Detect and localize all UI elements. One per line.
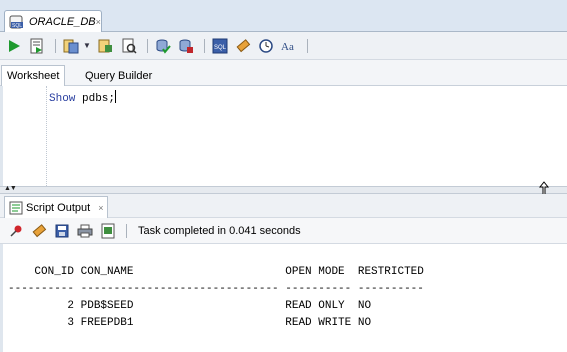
commit-button[interactable] — [153, 36, 173, 56]
clear-output-button[interactable] — [29, 221, 49, 241]
clock-icon — [259, 38, 273, 53]
output-text: CON_ID CON_NAME OPEN MODE RESTRICTED ----… — [8, 264, 424, 332]
output-header-line: CON_ID CON_NAME OPEN MODE RESTRICTED — [8, 266, 424, 278]
close-icon[interactable]: × — [96, 17, 101, 27]
svg-text:SQL: SQL — [214, 45, 227, 51]
format-button[interactable]: Aa — [279, 36, 299, 56]
editor-code-line: Show pdbs; — [49, 90, 117, 105]
run-script-icon — [30, 38, 43, 53]
document-tab-title: ORACLE_DB — [29, 15, 96, 28]
rollback-button[interactable] — [176, 36, 196, 56]
sql-tuning-button[interactable] — [119, 36, 139, 56]
autotrace-icon — [63, 39, 79, 53]
run-statement-button[interactable] — [4, 36, 24, 56]
eraser-icon — [236, 38, 251, 52]
autotrace-button[interactable] — [61, 36, 81, 56]
svg-text:SQL: SQL — [12, 23, 22, 29]
tab-script-output[interactable]: Script Output × — [4, 196, 109, 218]
script-output-toolbar: Task completed in 0.041 seconds — [0, 218, 567, 244]
print-button[interactable] — [75, 221, 95, 241]
output-separator-line: ---------- -----------------------------… — [8, 283, 424, 295]
document-tab-strip: SQL ORACLE_DB × — [0, 0, 567, 32]
gutter-guide — [46, 86, 47, 186]
close-icon[interactable]: × — [98, 203, 103, 213]
toolbar-separator — [55, 38, 56, 53]
output-row-line: 3 FREEPDB1 READ WRITE NO — [8, 317, 372, 329]
sql-history-button[interactable]: SQL — [210, 36, 230, 56]
run-script-button[interactable] — [27, 36, 47, 56]
script-output-label: Script Output — [26, 201, 91, 214]
save-icon — [55, 224, 69, 237]
script-output-results: CON_ID CON_NAME OPEN MODE RESTRICTED ----… — [0, 244, 567, 352]
editor-keyword: Show — [49, 93, 76, 105]
task-status-text: Task completed in 0.041 seconds — [138, 224, 301, 237]
commit-icon — [156, 39, 171, 54]
rollback-icon — [179, 39, 193, 53]
worksheet-tab-bar: Worksheet Query Builder — [0, 60, 567, 86]
text-caret — [115, 90, 117, 103]
collapse-arrows-icon[interactable]: ▲▼ — [4, 185, 17, 192]
pin-button[interactable] — [6, 221, 26, 241]
toolbar-separator — [203, 38, 205, 53]
print-icon — [77, 224, 93, 237]
tab-query-builder[interactable]: Query Builder — [80, 65, 157, 86]
clear-button[interactable] — [233, 36, 253, 56]
toolbar-separator — [146, 38, 148, 53]
monitor-button[interactable] — [256, 36, 276, 56]
editor-statement-rest: pdbs; — [75, 93, 116, 105]
explain-plan-button[interactable] — [96, 36, 116, 56]
explain-plan-icon — [98, 39, 112, 52]
worksheet-toolbar: ▼ SQL Aa — [0, 32, 567, 60]
tab-worksheet[interactable]: Worksheet — [1, 65, 66, 86]
toolbar-separator — [306, 38, 308, 53]
sql-worksheet-icon: SQL — [9, 15, 25, 29]
document-tab-oracle-db[interactable]: SQL ORACLE_DB × — [4, 10, 102, 32]
chevron-down-icon[interactable]: ▼ — [83, 41, 91, 50]
panel-splitter[interactable]: ▲▼ — [0, 185, 567, 194]
open-in-editor-button[interactable] — [98, 221, 118, 241]
script-output-icon — [9, 201, 23, 214]
output-row-line: 2 PDB$SEED READ ONLY NO — [8, 300, 372, 312]
pin-icon — [10, 225, 22, 237]
script-output-header: Script Output × — [0, 194, 567, 218]
sql-tuning-icon — [122, 38, 137, 54]
sql-history-icon: SQL — [212, 38, 228, 53]
run-statement-icon — [9, 39, 20, 52]
sql-editor[interactable]: Show pdbs; — [0, 86, 567, 186]
svg-text:Aa: Aa — [281, 41, 294, 53]
save-button[interactable] — [52, 221, 72, 241]
document-icon — [101, 223, 115, 238]
toolbar-separator — [126, 223, 127, 238]
format-text-icon: Aa — [281, 41, 294, 53]
eraser-icon — [32, 223, 47, 237]
